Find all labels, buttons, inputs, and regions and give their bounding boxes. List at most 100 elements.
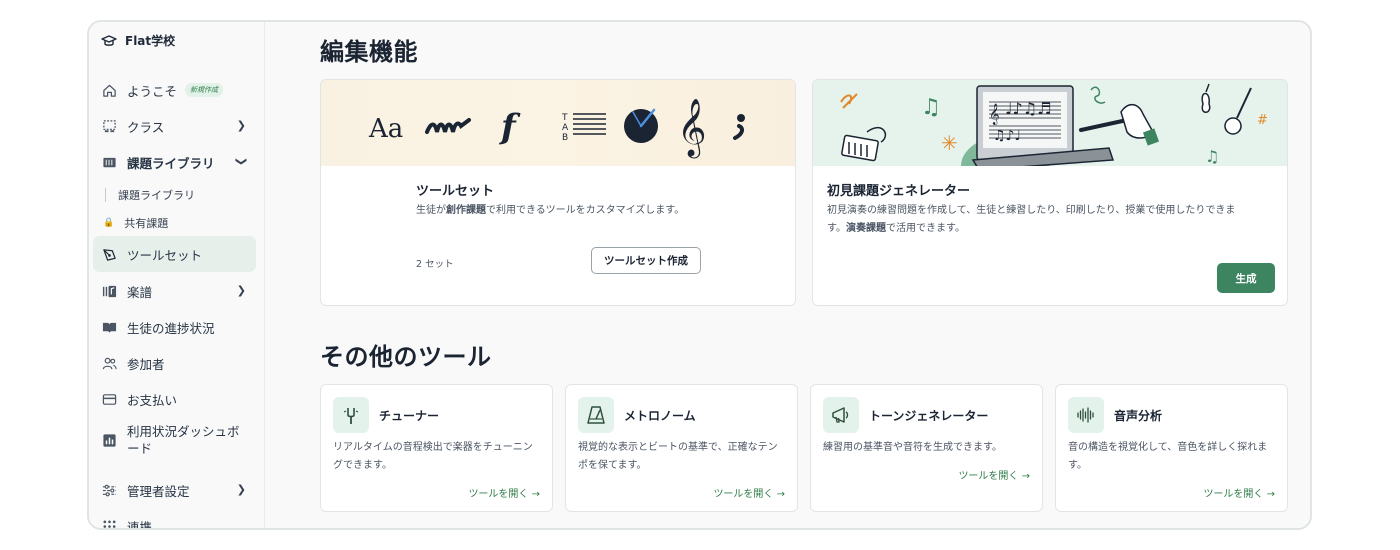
sidebar-item-dashboard[interactable]: 利用状況ダッシュボード bbox=[93, 418, 256, 462]
section-title-other-tools: その他のツール bbox=[320, 343, 492, 371]
generator-card-desc: 初見演奏の練習問題を作成して、生徒と練習したり、印刷したり、授業で使用したりでき… bbox=[827, 205, 1236, 234]
chevron-right-icon: ❯ bbox=[236, 284, 246, 297]
svg-text:✳: ✳ bbox=[941, 131, 958, 155]
brand-name: Flat学校 bbox=[125, 34, 176, 48]
sidebar-subitem-label: 共有課題 bbox=[124, 217, 169, 230]
sidebar: Flat学校 ようこそ 新規作成 クラス ❯ 課題ライブラリ ❯ 課題ライブラリ… bbox=[89, 22, 265, 528]
sidebar-item-progress[interactable]: 生徒の進捗状況 bbox=[93, 309, 256, 345]
bar-chart-icon bbox=[101, 432, 117, 448]
svg-text:♫♪♩: ♫♪♩ bbox=[993, 128, 1021, 144]
sidebar-item-label: 楽譜 bbox=[127, 284, 153, 300]
home-icon bbox=[101, 82, 117, 98]
open-tool-link[interactable]: ツールを開く → bbox=[1203, 485, 1275, 500]
toolset-hero-banner: Aa f T A B 𝄞 bbox=[321, 80, 795, 166]
generate-button[interactable]: 生成 bbox=[1217, 263, 1275, 293]
tool-desc: 音の構造を視覚化して、音色を詳しく探れます。 bbox=[1068, 442, 1268, 471]
library-icon bbox=[101, 154, 117, 170]
credit-card-icon bbox=[101, 391, 117, 407]
svg-text:♫: ♫ bbox=[921, 95, 941, 120]
sliders-icon bbox=[101, 482, 117, 498]
brand[interactable]: Flat学校 bbox=[101, 32, 175, 49]
chevron-right-icon: ❯ bbox=[236, 119, 246, 132]
sidebar-item-admin[interactable]: 管理者設定 ❯ bbox=[93, 472, 256, 508]
sidebar-item-participants[interactable]: 参加者 bbox=[93, 345, 256, 381]
grid-dots-icon bbox=[101, 518, 117, 528]
graduation-cap-icon bbox=[101, 34, 117, 46]
sidebar-item-label: 生徒の進捗状況 bbox=[127, 320, 215, 336]
sidebar-item-library[interactable]: 課題ライブラリ ❯ bbox=[93, 144, 256, 180]
sidebar-item-label: 課題ライブラリ bbox=[127, 155, 215, 171]
chevron-right-icon: ❯ bbox=[236, 483, 246, 496]
sidebar-item-label: クラス bbox=[127, 119, 165, 135]
tool-desc: 練習用の基準音や音符を生成できます。 bbox=[823, 442, 1002, 453]
sidebar-item-label: 参加者 bbox=[127, 356, 165, 372]
music-symbols-illustration: Aa f T A B 𝄞 bbox=[368, 98, 745, 159]
sidebar-item-label: ツールセット bbox=[127, 247, 203, 263]
tool-desc: 視覚的な表示とビートの基準で、正確なテンポを保てます。 bbox=[578, 442, 778, 471]
tool-card-audio-analysis[interactable]: 音声分析 音の構造を視覚化して、音色を詳しく探れます。 ツールを開く → bbox=[1055, 384, 1288, 512]
pen-doodle bbox=[1079, 118, 1129, 132]
sight-reading-generator-card[interactable]: ♫ ✳ 𝄞 ♩♪♫♬ ♫♪♩ # ♫ 初見課題ジェネレーター 初見演奏の練習問題… bbox=[812, 79, 1288, 306]
main-content: 編集機能 Aa f T A B 𝄞 ツールセット 生徒が創作課題で利用できるツー… bbox=[266, 22, 1310, 528]
sidebar-subitem-shared[interactable]: 🔒 共有課題 bbox=[103, 213, 168, 233]
sidebar-item-toolset[interactable]: ツールセット bbox=[93, 236, 256, 272]
open-tool-link[interactable]: ツールを開く → bbox=[468, 485, 540, 500]
tool-card-tuner[interactable]: チューナー リアルタイムの音程検出で楽器をチューニングできます。 ツールを開く … bbox=[320, 384, 553, 512]
sidebar-item-class[interactable]: クラス ❯ bbox=[93, 108, 256, 144]
toolset-card[interactable]: Aa f T A B 𝄞 ツールセット 生徒が創作課題で利用できるツールをカスタ… bbox=[320, 79, 796, 306]
pen-nib-icon bbox=[101, 246, 117, 262]
tuning-fork-icon bbox=[333, 397, 369, 433]
toolset-card-title: ツールセット bbox=[416, 184, 495, 199]
tool-card-metronome[interactable]: メトロノーム 視覚的な表示とビートの基準で、正確なテンポを保てます。 ツールを開… bbox=[565, 384, 798, 512]
users-icon bbox=[101, 355, 117, 371]
sidebar-item-label: 利用状況ダッシュボード bbox=[127, 424, 240, 456]
trill-symbol bbox=[425, 118, 471, 134]
sidebar-item-scores[interactable]: 楽譜 ❯ bbox=[93, 273, 256, 309]
tool-title: 音声分析 bbox=[1114, 409, 1163, 423]
sidebar-item-welcome[interactable]: ようこそ 新規作成 bbox=[93, 72, 256, 108]
chevron-down-icon: ❯ bbox=[234, 156, 248, 167]
svg-text:A: A bbox=[562, 123, 569, 133]
class-board-icon bbox=[101, 118, 117, 134]
create-toolset-button[interactable]: ツールセット作成 bbox=[591, 247, 701, 274]
tool-card-tone-generator[interactable]: トーンジェネレーター 練習用の基準音や音符を生成できます。 ツールを開く → bbox=[810, 384, 1043, 512]
sidebar-item-label: 連携 bbox=[127, 519, 153, 530]
sidebar-item-label: 管理者設定 bbox=[127, 483, 190, 499]
generator-hero-banner: ♫ ✳ 𝄞 ♩♪♫♬ ♫♪♩ # ♫ bbox=[813, 80, 1287, 196]
sidebar-subitem-label: 課題ライブラリ bbox=[118, 189, 195, 202]
sidebar-item-billing[interactable]: お支払い bbox=[93, 381, 256, 417]
svg-text:♩♪♫♬: ♩♪♫♬ bbox=[1005, 99, 1051, 118]
open-tool-link[interactable]: ツールを開く → bbox=[713, 485, 785, 500]
metronome-icon bbox=[578, 397, 614, 433]
lock-icon: 🔒 bbox=[103, 218, 115, 228]
guitar-doodle bbox=[1224, 117, 1242, 135]
sidebar-item-integrations[interactable]: 連携 bbox=[93, 508, 256, 530]
laptop-music-illustration: ♫ ✳ 𝄞 ♩♪♫♬ ♫♪♩ # ♫ bbox=[840, 83, 1268, 196]
open-book-icon bbox=[101, 319, 117, 335]
tool-desc: リアルタイムの音程検出で楽器をチューニングできます。 bbox=[333, 442, 533, 471]
music-sheet-icon bbox=[101, 283, 117, 299]
tree-line bbox=[105, 188, 106, 202]
tab-staff-lines bbox=[573, 113, 606, 135]
violin-doodle bbox=[1201, 92, 1211, 113]
toolset-count: 2 セット bbox=[416, 259, 454, 270]
forte-symbol: f bbox=[499, 107, 521, 147]
keyboard-doodle bbox=[841, 134, 879, 162]
sidebar-subitem-library[interactable]: 課題ライブラリ bbox=[103, 185, 195, 205]
section-title-editing: 編集機能 bbox=[320, 38, 418, 66]
open-tool-link[interactable]: ツールを開く → bbox=[958, 467, 1030, 482]
dot-symbol bbox=[737, 114, 745, 122]
tool-title: チューナー bbox=[379, 409, 440, 423]
toolset-card-desc: 生徒が創作課題で利用できるツールをカスタマイズします。 bbox=[416, 205, 685, 216]
svg-text:#: # bbox=[1257, 113, 1268, 128]
treble-clef-symbol: 𝄞 bbox=[677, 98, 707, 159]
tool-title: トーンジェネレーター bbox=[869, 409, 989, 423]
svg-text:♫: ♫ bbox=[1205, 147, 1219, 166]
waveform-icon bbox=[1068, 397, 1104, 433]
font-symbol: Aa bbox=[368, 114, 403, 144]
tab-symbol-t: T bbox=[561, 113, 568, 123]
svg-text:𝄞: 𝄞 bbox=[989, 104, 1000, 125]
new-badge: 新規作成 bbox=[185, 83, 224, 97]
sidebar-item-label: ようこそ bbox=[127, 83, 178, 99]
sidebar-item-label: お支払い bbox=[127, 392, 178, 408]
